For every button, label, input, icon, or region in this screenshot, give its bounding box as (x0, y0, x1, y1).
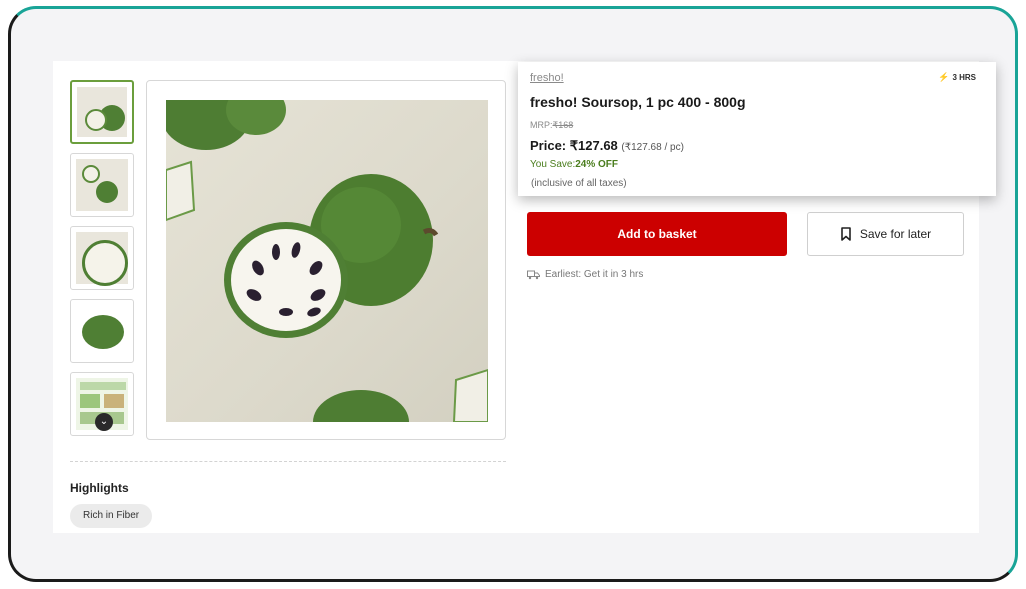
thumbnail-4[interactable] (70, 299, 134, 363)
thumbnail-2[interactable] (70, 153, 134, 217)
section-divider (70, 461, 506, 462)
save-for-later-button[interactable]: Save for later (807, 212, 964, 256)
thumbnail-1[interactable] (70, 80, 134, 144)
product-photo (166, 100, 488, 422)
thumbnail-image (76, 305, 128, 357)
thumbnail-5[interactable]: ⌄ (70, 372, 134, 436)
thumbnail-image (76, 159, 128, 211)
thumbnail-3[interactable] (70, 226, 134, 290)
thumbnail-image (77, 87, 127, 137)
product-title: fresho! Soursop, 1 pc 400 - 800g (530, 94, 746, 110)
eta-badge-text: 3 HRS (952, 73, 976, 82)
thumbnail-list: ⌄ (70, 80, 138, 445)
unit-price: (₹127.68 / pc) (621, 142, 684, 153)
soursop-illustration (166, 100, 488, 422)
highlights-title: Highlights (70, 481, 129, 495)
thumbnail-image (76, 232, 128, 286)
eta-badge: ⚡ 3 HRS (938, 72, 976, 83)
mrp-label: MRP: (530, 120, 553, 130)
add-to-basket-button[interactable]: Add to basket (527, 212, 787, 256)
tax-note: (inclusive of all taxes) (531, 178, 627, 189)
chevron-down-icon[interactable]: ⌄ (95, 413, 113, 431)
bookmark-icon (841, 227, 851, 241)
highlight-chip: Rich in Fiber (70, 504, 153, 528)
lightning-icon: ⚡ (938, 72, 950, 82)
saving-label: You Save: (530, 159, 576, 170)
delivery-truck-icon (527, 270, 540, 279)
saving: You Save:24% OFF (530, 159, 618, 170)
price: Price: ₹127.68 (₹127.68 / pc) (530, 138, 684, 154)
mrp-value: ₹168 (552, 120, 574, 130)
saving-value: 24% OFF (575, 159, 619, 170)
price-value: Price: ₹127.68 (530, 138, 618, 153)
delivery-text: Earliest: Get it in 3 hrs (545, 269, 644, 280)
brand-link[interactable]: fresho! (530, 72, 564, 84)
delivery-info: Earliest: Get it in 3 hrs (527, 269, 643, 280)
save-for-later-label: Save for later (859, 227, 932, 241)
app-frame: ⌄ Highlights Rich in Fiber Add to basket… (8, 6, 1018, 582)
main-product-image[interactable] (146, 80, 506, 440)
product-info-popover: fresho! ⚡ 3 HRS fresho! Soursop, 1 pc 400… (518, 62, 996, 196)
mrp: MRP:₹168 (530, 120, 573, 131)
